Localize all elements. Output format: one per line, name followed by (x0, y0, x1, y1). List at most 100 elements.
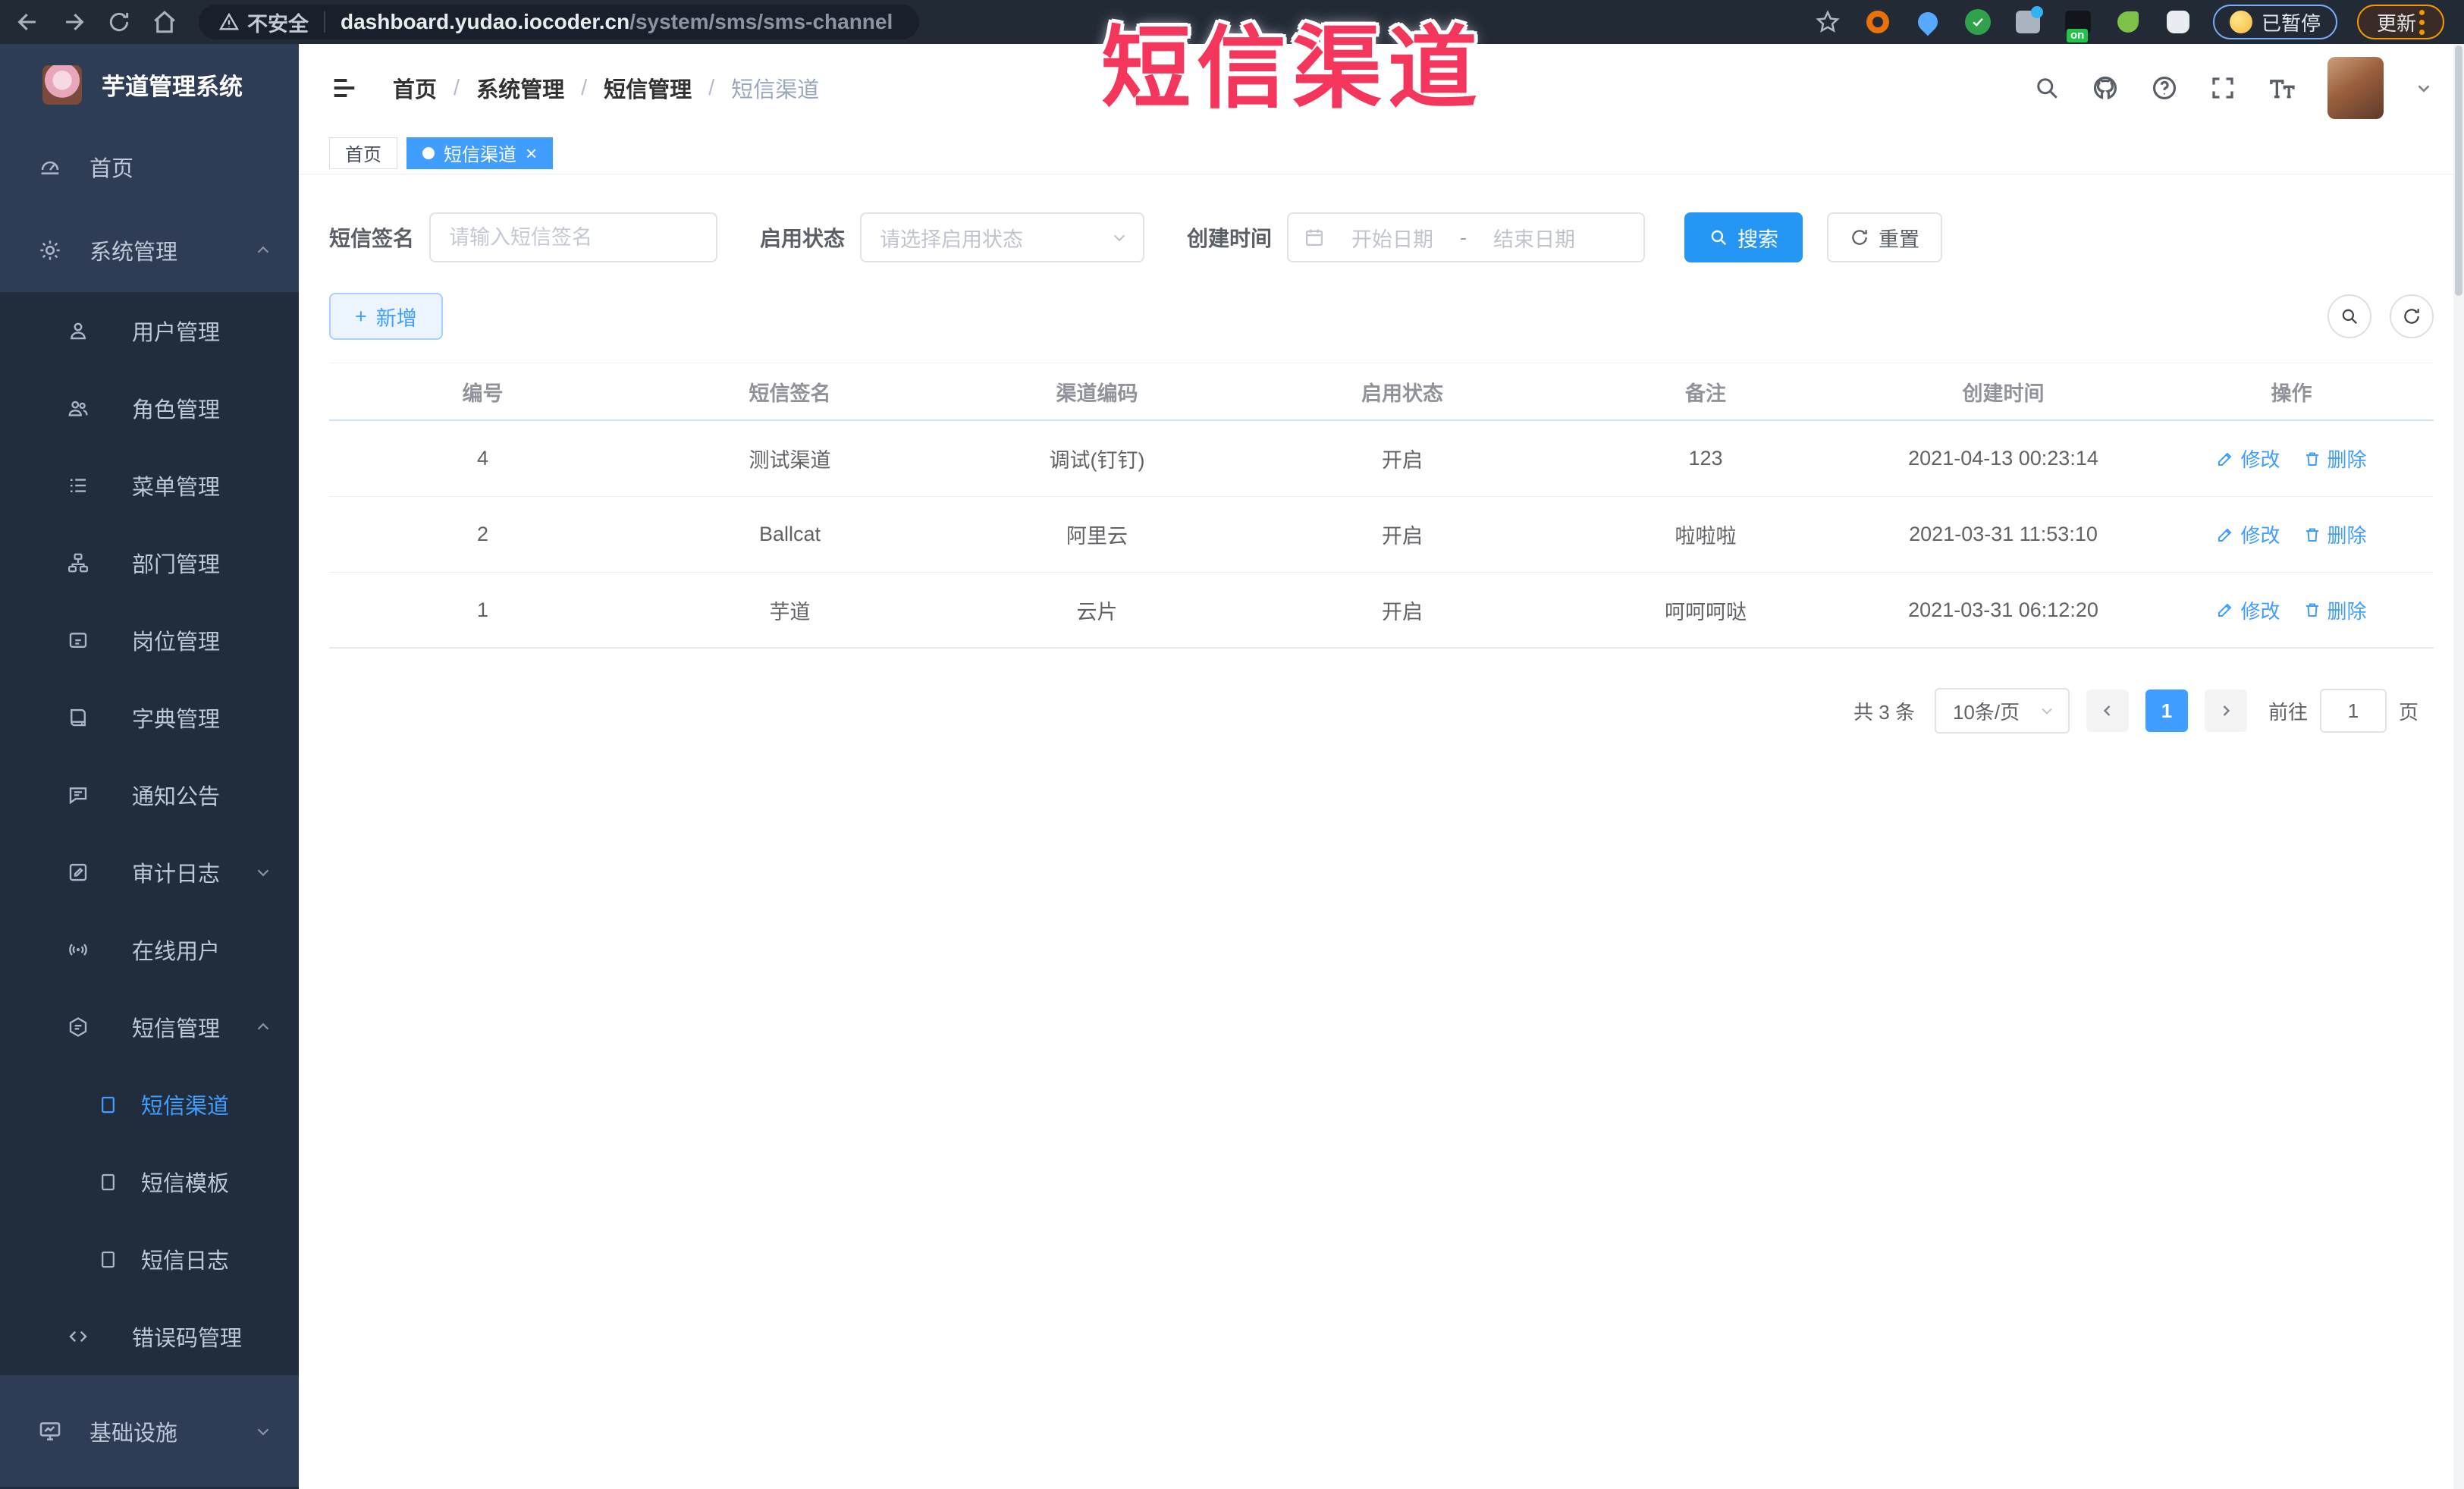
extension-icon-6[interactable] (2113, 7, 2143, 37)
edit-link[interactable]: 修改 (2216, 445, 2280, 473)
list-icon (63, 474, 93, 497)
search-icon (2342, 309, 2357, 324)
delete-link[interactable]: 删除 (2303, 520, 2367, 548)
reload-icon (109, 12, 129, 32)
search-button[interactable]: 搜索 (1684, 212, 1803, 262)
sidebar-item-label: 短信日志 (141, 1249, 230, 1274)
add-button[interactable]: + 新增 (329, 293, 443, 340)
refresh-table-button[interactable] (2390, 294, 2434, 338)
sidebar-item-label: 角色管理 (132, 398, 221, 423)
sidebar-item-label: 首页 (89, 157, 134, 181)
plus-icon: + (355, 304, 367, 328)
chevron-right-icon (2223, 705, 2230, 716)
goto-page-input[interactable] (2319, 689, 2387, 733)
page-unit-label: 页 (2398, 700, 2418, 724)
prev-page-button[interactable] (2086, 690, 2129, 732)
delete-link[interactable]: 删除 (2303, 445, 2367, 473)
help-icon[interactable] (2150, 74, 2179, 102)
sidebar-item-sms-template[interactable]: 短信模板 (0, 1143, 299, 1220)
sign-input-wrap (429, 212, 718, 262)
app-logo[interactable]: 芋道管理系统 (0, 44, 299, 125)
site-security-warning[interactable]: 不安全 (218, 8, 309, 37)
refresh-icon (1852, 230, 1867, 245)
sidebar-item-sms-log[interactable]: 短信日志 (0, 1220, 299, 1298)
sidebar-item-label: 字典管理 (132, 708, 221, 732)
edit-link[interactable]: 修改 (2216, 596, 2280, 624)
sidebar-item-dict-mgmt[interactable]: 字典管理 (0, 679, 299, 756)
sidebar-item-infrastructure[interactable]: 基础设施 (0, 1390, 299, 1473)
column-header: 创建时间 (1962, 382, 2045, 405)
breadcrumb-item[interactable]: 首页 (393, 72, 437, 104)
sidebar-item-system[interactable]: 系统管理 (0, 209, 299, 292)
cell-status: 开启 (1382, 525, 1423, 548)
cell-remark: 呵呵呵哒 (1665, 600, 1747, 624)
font-size-icon[interactable] (2267, 73, 2297, 103)
extension-icon-7[interactable] (2163, 7, 2193, 37)
sign-input[interactable] (431, 214, 717, 261)
sidebar-item-error-code[interactable]: 错误码管理 (0, 1298, 299, 1375)
sidebar-item-home[interactable]: 首页 (0, 125, 299, 209)
tab-label: 短信渠道 (444, 145, 516, 165)
add-button-label: 新增 (375, 306, 417, 330)
edit-link[interactable]: 修改 (2216, 520, 2280, 548)
column-header: 短信签名 (749, 382, 831, 405)
reset-button[interactable]: 重置 (1827, 212, 1943, 262)
cell-id: 2 (476, 523, 489, 545)
start-date-placeholder[interactable]: 开始日期 (1336, 223, 1449, 253)
sidebar-item-notice[interactable]: 通知公告 (0, 756, 299, 834)
fullscreen-icon[interactable] (2209, 74, 2236, 102)
filter-form: 短信签名 启用状态 请选择启用状态 创建时间 开始日期 - 结束日期 搜索 (329, 212, 2434, 262)
breadcrumb-item[interactable]: 短信管理 (604, 72, 692, 104)
sidebar: 芋道管理系统 首页 系统管理 用户管理 角色管理 菜单管理 部门管理 岗位管理 … (0, 44, 299, 1489)
address-bar[interactable]: 不安全 dashboard.yudao.iocoder.cn/system/sm… (199, 5, 919, 39)
sidebar-item-menu-mgmt[interactable]: 菜单管理 (0, 447, 299, 524)
toggle-search-button[interactable] (2327, 294, 2371, 338)
github-icon[interactable] (2091, 74, 2120, 102)
sidebar-item-dept-mgmt[interactable]: 部门管理 (0, 524, 299, 602)
status-select[interactable]: 请选择启用状态 (860, 212, 1145, 262)
sidebar-item-sms-mgmt[interactable]: 短信管理 (0, 988, 299, 1066)
sidebar-item-sms-channel[interactable]: 短信渠道 (0, 1066, 299, 1143)
close-tab-icon[interactable]: × (526, 143, 537, 163)
chevron-down-icon[interactable] (2414, 78, 2434, 98)
sidebar-item-post-mgmt[interactable]: 岗位管理 (0, 602, 299, 679)
extension-icon-1[interactable] (1863, 7, 1893, 37)
browser-menu-icon[interactable] (2419, 9, 2425, 35)
next-page-button[interactable] (2204, 690, 2247, 732)
browser-back-button[interactable] (11, 5, 46, 39)
sidebar-item-label: 错误码管理 (132, 1327, 243, 1351)
bookmark-star-icon[interactable] (1813, 7, 1843, 37)
sidebar-item-user-mgmt[interactable]: 用户管理 (0, 292, 299, 369)
browser-home-button[interactable] (147, 5, 182, 39)
tab-home[interactable]: 首页 (329, 137, 397, 169)
profile-paused-pill[interactable]: 已暂停 (2212, 5, 2337, 39)
sidebar-collapse-button[interactable] (329, 73, 359, 103)
page-number-button[interactable]: 1 (2145, 690, 2188, 732)
tab-sms-channel[interactable]: 短信渠道 × (406, 137, 554, 169)
sidebar-item-online-users[interactable]: 在线用户 (0, 911, 299, 988)
browser-update-button[interactable]: 更新 (2356, 5, 2444, 39)
sidebar-item-audit-log[interactable]: 审计日志 (0, 834, 299, 911)
status-filter-label: 启用状态 (760, 227, 846, 250)
extension-icon-2[interactable] (1913, 7, 1943, 37)
extension-icon-3[interactable] (1963, 7, 1993, 37)
security-label: 不安全 (247, 12, 309, 36)
sidebar-item-role-mgmt[interactable]: 角色管理 (0, 369, 299, 447)
browser-reload-button[interactable] (102, 5, 137, 39)
date-range-picker[interactable]: 开始日期 - 结束日期 (1287, 212, 1646, 262)
pagination-total: 共 3 条 (1853, 700, 1915, 724)
breadcrumb-item[interactable]: 系统管理 (476, 72, 564, 104)
active-tab-dot (422, 146, 435, 159)
browser-forward-button[interactable] (56, 5, 91, 39)
extension-icon-4[interactable] (2013, 6, 2043, 37)
delete-link[interactable]: 删除 (2303, 596, 2367, 624)
window-scrollbar[interactable] (2453, 44, 2464, 1489)
page-size-select[interactable]: 10条/页 (1934, 688, 2070, 734)
extension-icon-5[interactable]: on (2063, 7, 2093, 42)
search-icon[interactable] (2033, 74, 2061, 102)
scrollbar-thumb[interactable] (2455, 46, 2462, 296)
end-date-placeholder[interactable]: 结束日期 (1477, 223, 1591, 253)
address-divider (324, 11, 325, 33)
profile-emoji-icon (2229, 11, 2252, 33)
user-avatar[interactable] (2327, 57, 2384, 119)
